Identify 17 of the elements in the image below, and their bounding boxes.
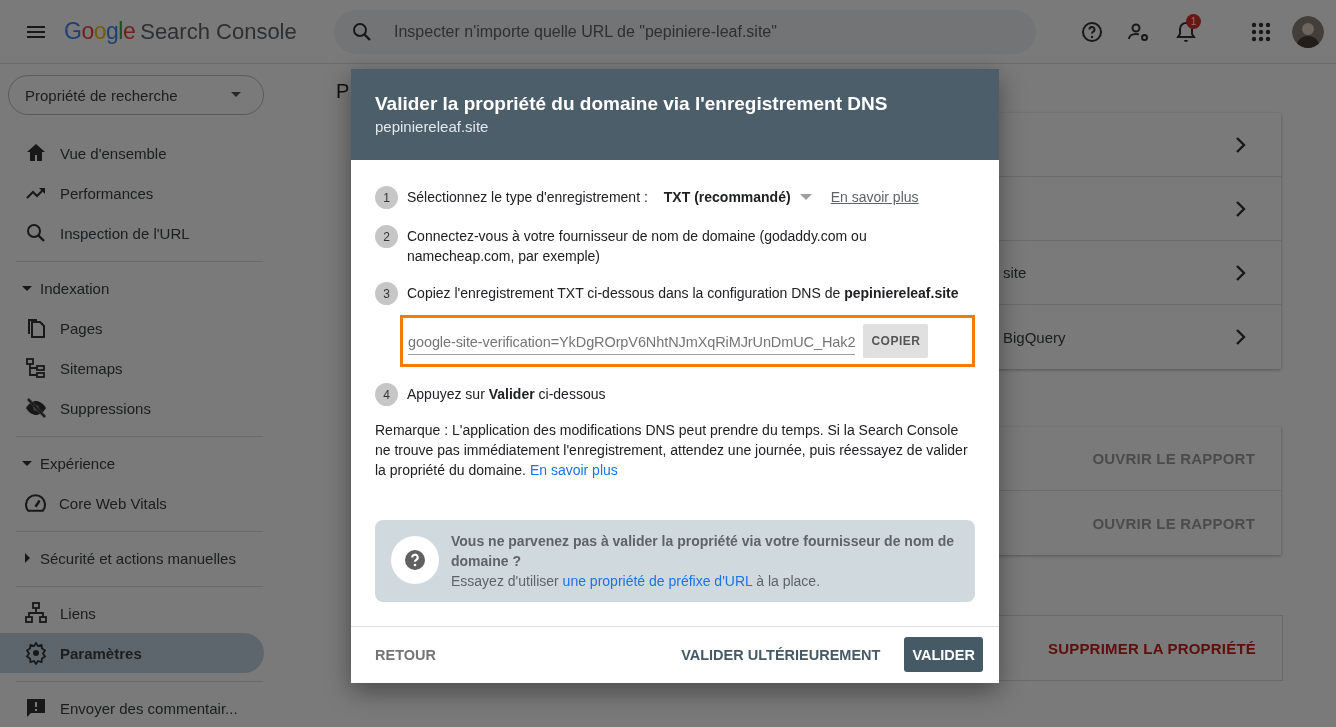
dialog-subtitle: pepiniereleaf.site: [375, 117, 490, 137]
dialog-title: Valider la propriété du domaine via l'enregistrement DNS: [375, 92, 889, 116]
product-name: Search Console: [140, 19, 297, 45]
step-number: 2: [375, 225, 398, 248]
page-title: P: [336, 79, 350, 104]
step-text: Appuyez sur Valider ci-dessous: [407, 385, 606, 404]
help-text: Essayez d'utiliser une propriété de préfixe d'URL à la place.: [451, 572, 822, 591]
step-number: 3: [375, 282, 398, 305]
note-text: Remarque : L'application des modifications DNS peut prendre du temps. Si la Search Console ne trouve pas immédiatement l'enregistrement, attendez une journée, puis réessayez de valider la propriété du domaine. En savoir plus: [375, 421, 969, 480]
step-text: Connectez-vous à votre fournisseur de nom de domaine (godaddy.com ou namecheap.com, par exemple): [407, 227, 868, 266]
help-title: Vous ne parvenez pas à valider la propriété via votre fournisseur de nom de domaine ?: [451, 532, 956, 571]
step-text: Copiez l'enregistrement TXT ci-dessous dans la configuration DNS de pepiniereleaf.site: [407, 284, 959, 303]
google-logo: Google: [64, 18, 136, 45]
step-text: Sélectionnez le type d'enregistrement :: [407, 188, 648, 207]
notification-count: 1: [1186, 13, 1201, 29]
step-number: 4: [375, 383, 398, 406]
step-number: 1: [375, 186, 398, 209]
